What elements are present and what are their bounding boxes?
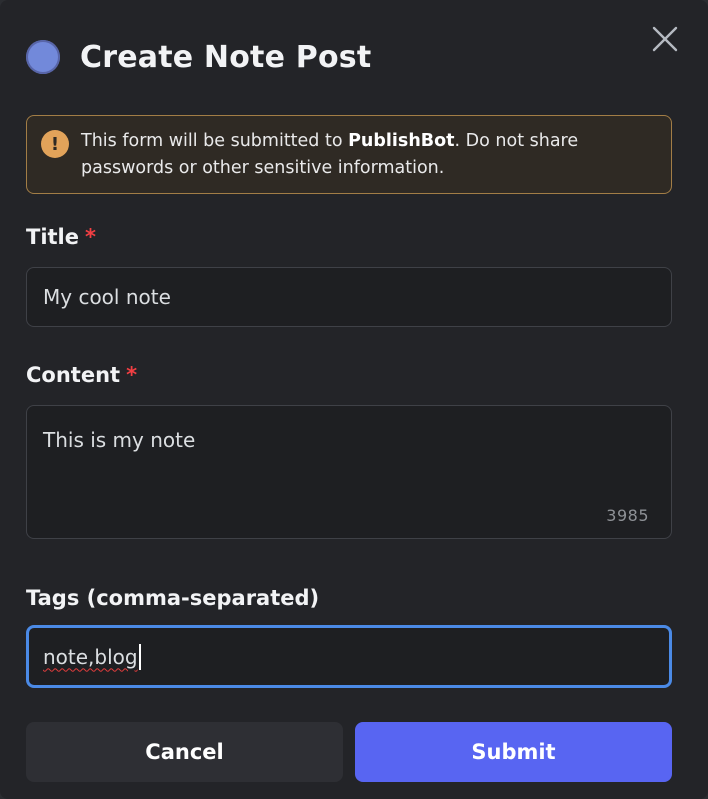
required-marker: * — [126, 363, 138, 387]
warning-text: This form will be submitted to PublishBo… — [81, 128, 655, 182]
modal-title: Create Note Post — [80, 39, 372, 75]
tags-label: Tags (comma-separated) — [26, 586, 319, 610]
submit-button[interactable]: Submit — [355, 722, 672, 782]
warning-bot-name: PublishBot — [348, 131, 455, 151]
create-note-modal: Create Note Post ! This form will be sub… — [0, 0, 708, 799]
text-caret — [138, 643, 141, 670]
tags-input-value: note,blog — [43, 644, 138, 669]
warning-banner: ! This form will be submitted to Publish… — [26, 115, 672, 194]
warning-icon: ! — [41, 130, 69, 158]
modal-header: Create Note Post — [26, 38, 371, 76]
close-button[interactable] — [648, 22, 682, 56]
title-label-text: Title — [26, 225, 80, 249]
content-textarea-value: This is my note — [43, 428, 196, 452]
tags-label-text: Tags (comma-separated) — [26, 586, 320, 610]
bot-avatar — [26, 40, 60, 74]
required-marker: * — [85, 225, 96, 249]
warning-text-before: This form will be submitted to — [81, 131, 349, 151]
title-input[interactable]: My cool note — [26, 267, 672, 327]
close-icon — [652, 26, 678, 52]
character-counter: 3985 — [606, 506, 649, 525]
content-label-text: Content — [26, 363, 121, 387]
cancel-button[interactable]: Cancel — [26, 722, 343, 782]
title-label: Title * — [26, 225, 96, 249]
content-label: Content * — [26, 363, 137, 387]
content-textarea[interactable]: This is my note 3985 — [26, 405, 672, 539]
tags-input[interactable]: note,blog — [26, 625, 672, 688]
title-input-value: My cool note — [43, 285, 171, 309]
